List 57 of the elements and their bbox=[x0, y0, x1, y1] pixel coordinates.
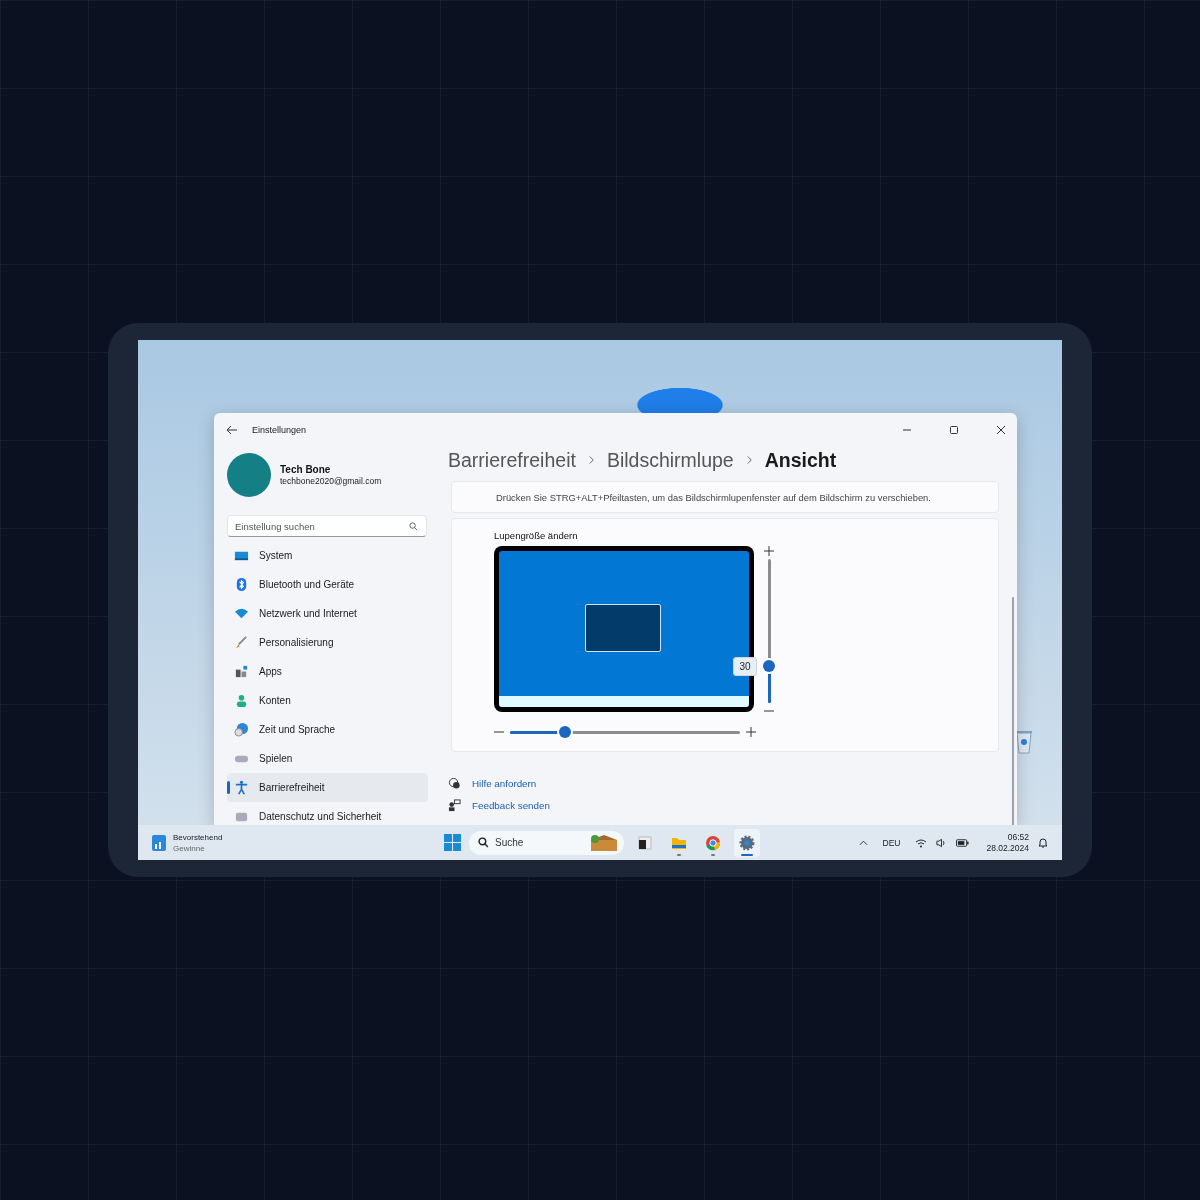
profile-name: Tech Bone bbox=[280, 464, 332, 475]
accessibility-icon bbox=[234, 780, 249, 795]
hint-text: Drücken Sie STRG+ALT+Pfeiltasten, um das Bildschirmlupenfenster auf dem Bildschirm zu verschieben. bbox=[496, 491, 931, 503]
start-icon[interactable] bbox=[444, 834, 461, 851]
sidebar-item[interactable]: Apps bbox=[227, 657, 428, 686]
chart-icon bbox=[152, 834, 166, 851]
slider-thumb[interactable] bbox=[559, 726, 572, 738]
taskbar-search-field[interactable]: Suche bbox=[469, 830, 624, 855]
search-icon bbox=[409, 521, 418, 531]
back-arrow-icon[interactable] bbox=[226, 424, 238, 436]
value-tooltip: 30 bbox=[733, 656, 757, 676]
widgets-button[interactable]: Bevorstehend Gewinne bbox=[152, 831, 223, 854]
help-link[interactable]: Hilfe anfordern bbox=[472, 778, 537, 789]
plus-icon[interactable] bbox=[764, 546, 774, 556]
chevron-icon bbox=[587, 455, 595, 465]
window-icon bbox=[637, 834, 653, 851]
accounts-icon bbox=[234, 693, 249, 708]
close-icon bbox=[995, 425, 1006, 435]
profile-email: techbone2020@gmail.com bbox=[280, 476, 382, 486]
network-icon bbox=[234, 606, 249, 621]
plus-icon[interactable] bbox=[746, 727, 756, 737]
sidebar-item[interactable]: System bbox=[227, 541, 428, 570]
personalization-icon bbox=[234, 635, 249, 650]
chevron-icon bbox=[745, 455, 753, 465]
help-icon bbox=[448, 777, 461, 790]
sidebar-item[interactable]: Konten bbox=[227, 686, 428, 715]
help-link[interactable]: Feedback senden bbox=[472, 800, 550, 811]
window-title: Einstellungen bbox=[252, 425, 307, 435]
search-field[interactable]: Einstellung suchen bbox=[227, 515, 427, 537]
slider-thumb[interactable] bbox=[763, 659, 775, 672]
sidebar-item[interactable]: Netzwerk und Internet bbox=[227, 599, 428, 628]
breadcrumb-link[interactable]: Bildschirmlupe bbox=[606, 448, 734, 472]
sidebar-item[interactable]: Spielen bbox=[227, 744, 428, 773]
clock[interactable]: 06:52 28.02.2024 bbox=[986, 831, 1029, 854]
page-title: Ansicht bbox=[764, 448, 837, 472]
browser-icon bbox=[705, 834, 721, 851]
sidebar-item[interactable]: Bluetooth und Geräte bbox=[227, 570, 428, 599]
avatar bbox=[227, 453, 271, 497]
sidebar-item[interactable]: Barrierefreiheit bbox=[227, 773, 428, 802]
sidebar-item[interactable]: Zeit und Sprache bbox=[227, 715, 428, 744]
sidebar-item[interactable]: Datenschutz und Sicherheit bbox=[227, 802, 428, 825]
maximize-icon bbox=[948, 425, 959, 435]
card-title: Lupengröße ändern bbox=[494, 530, 579, 541]
chevron-up-icon[interactable] bbox=[858, 839, 868, 846]
gear-icon bbox=[739, 834, 755, 851]
feedback-icon bbox=[448, 799, 461, 812]
bluetooth-icon bbox=[234, 577, 249, 592]
bell-icon[interactable] bbox=[1038, 837, 1048, 848]
battery-icon[interactable] bbox=[956, 838, 970, 847]
apps-icon bbox=[234, 664, 249, 679]
language-indicator[interactable]: DEU bbox=[882, 837, 901, 848]
time-icon bbox=[234, 722, 249, 737]
building-illustration-icon bbox=[589, 833, 619, 852]
breadcrumb-link[interactable]: Barrierefreiheit bbox=[448, 448, 576, 472]
recycle-bin-icon bbox=[1014, 728, 1034, 754]
wifi-icon[interactable] bbox=[915, 837, 928, 848]
sidebar-item[interactable]: Personalisierung bbox=[227, 628, 428, 657]
